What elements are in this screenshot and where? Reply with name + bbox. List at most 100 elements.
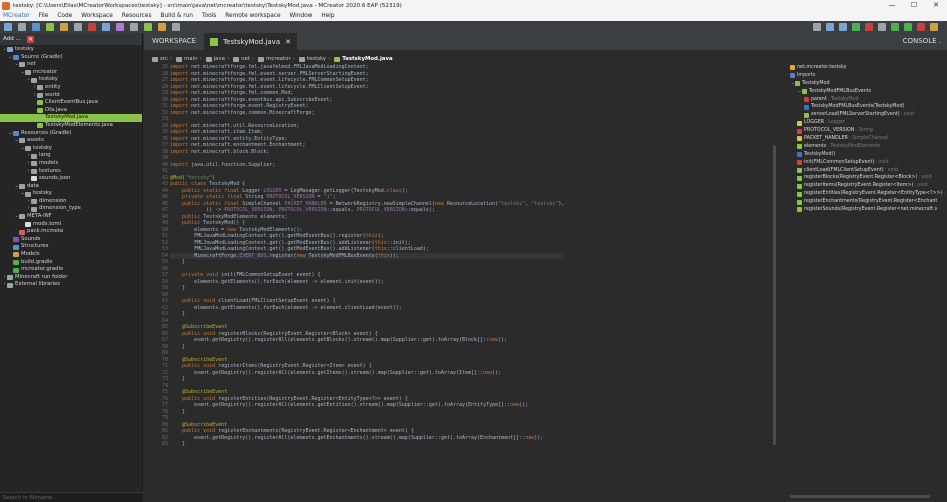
tree-item[interactable]: › lang [0,152,142,160]
stop-icon[interactable] [917,23,925,31]
filename-search-input[interactable]: Search in filename [0,492,143,502]
outline-item[interactable]: elements: TestskyModElements [790,143,947,151]
structure-icon[interactable] [130,23,138,31]
tree-item[interactable]: › models [0,160,142,168]
item-icon[interactable] [60,23,68,31]
tree-item[interactable]: › dimension [0,198,142,206]
download-icon[interactable] [826,23,834,31]
outline-scrollbar[interactable] [790,495,930,498]
tree-item[interactable]: ⌄ testsky [0,145,142,153]
tree-item[interactable]: build.gradle [0,259,142,267]
tools-icon[interactable] [158,23,166,31]
menu-code[interactable]: Code [57,13,72,19]
tree-item[interactable]: ⌄ testsky [0,76,142,84]
git-icon[interactable] [813,23,821,31]
tree-item[interactable]: ⌄ data [0,183,142,191]
outline-item[interactable]: registerItems(RegistryEvent.Register<Ite… [790,182,947,190]
export-icon[interactable] [172,23,180,31]
menu-workspace[interactable]: Workspace [81,13,113,19]
code-line[interactable]: } [170,441,564,448]
editor-scrollbar[interactable] [773,145,776,445]
tree-item[interactable]: ⌄ Source (Gradle) [0,54,142,62]
entity-icon[interactable] [74,23,82,31]
outline-item[interactable]: Imports [790,72,947,80]
recipe-icon[interactable] [144,23,152,31]
model-icon[interactable] [102,23,110,31]
breadcrumb-item[interactable]: testsky [307,56,326,62]
build-icon[interactable] [852,23,860,31]
outline-item[interactable]: TestskyModFMLBusEvents(TestskyMod) [790,103,947,111]
tree-item[interactable]: ⌄ assets [0,137,142,145]
outline-item[interactable]: parent: TestskyMod [790,96,947,104]
tab-console[interactable]: CONSOLE . [903,33,941,50]
image-editor-icon[interactable] [18,23,26,31]
menu-window[interactable]: Window [290,13,313,19]
outline-item[interactable]: init(FMLCommonSetupEvent): void [790,159,947,167]
outline-item[interactable]: PROTOCOL_VERSION: String [790,127,947,135]
menu-tools[interactable]: Tools [202,13,216,19]
upload-icon[interactable] [839,23,847,31]
tree-item[interactable]: Models [0,251,142,259]
menu-remote-workspace[interactable]: Remote workspace [225,13,280,19]
breadcrumb-item[interactable]: main [184,56,197,62]
tree-item[interactable]: ⌄ testsky [0,190,142,198]
tree-item[interactable]: Dfa.java [0,107,142,115]
code-line[interactable]: event.getRegistry().registerAll(elements… [170,337,564,344]
code-text[interactable]: import net.minecraftforge.fml.javafmlmod… [170,64,565,448]
sound-icon[interactable] [116,23,124,31]
breadcrumb-item[interactable]: java [214,56,225,62]
grid-icon[interactable] [32,23,40,31]
block-icon[interactable] [46,23,54,31]
tree-item[interactable]: mcreator.gradle [0,266,142,274]
workspace-icon[interactable] [4,23,12,31]
minimize-button[interactable]: — [881,0,903,11]
texture-icon[interactable] [88,23,96,31]
outline-item[interactable]: clientLoad(FMLClientSetupEvent): void [790,167,947,175]
breadcrumb-item[interactable]: TestskyMod.java [342,56,392,62]
run-client-icon[interactable] [891,23,899,31]
tree-item[interactable]: TestskyModElements.java [0,122,142,130]
tree-item[interactable]: › dimension_type [0,205,142,213]
code-line[interactable]: event.getRegistry().registerAll(elements… [170,435,564,442]
export-mod-icon[interactable] [930,23,938,31]
outline-item[interactable]: registerEnchantments(RegistryEvent.Regis… [790,198,947,206]
menu-help[interactable]: Help [321,13,334,19]
outline-item[interactable]: registerSounds(RegistryEvent.Register<ne… [790,206,947,214]
tab-workspace[interactable]: WORKSPACE [144,33,204,50]
menu-resources[interactable]: Resources [122,13,152,19]
breadcrumb-item[interactable]: src [160,56,168,62]
tree-item[interactable]: ⌄ META-INF [0,213,142,221]
menu-mcreator[interactable]: MCreator [3,13,30,19]
outline-item[interactable]: ⌄ TestskyModFMLBusEvents [790,88,947,96]
tree-item[interactable]: › Minecraft run folder [0,274,142,282]
add-button[interactable]: Add ... [3,36,21,42]
tree-item[interactable]: pack.mcmeta [0,228,142,236]
tree-item[interactable]: mods.toml [0,221,142,229]
tree-item[interactable]: TestskyMod.java [0,114,142,122]
tree-item[interactable]: Sounds [0,236,142,244]
tree-item[interactable]: › entity [0,84,142,92]
tree-item[interactable]: ClientEventBus.java [0,99,142,107]
tree-item[interactable]: › textures [0,168,142,176]
breadcrumb-item[interactable]: mcreator [266,56,291,62]
breadcrumb-item[interactable]: net [241,56,250,62]
outline-item[interactable]: registerBlocks(RegistryEvent.Register<Bl… [790,174,947,182]
outline-item[interactable]: TestskyMod() [790,151,947,159]
tree-item[interactable]: › world [0,92,142,100]
menu-build-run[interactable]: Build & run [160,13,193,19]
tree-item[interactable]: sounds.json [0,175,142,183]
outline-item[interactable]: ⌄ TestskyMod [790,80,947,88]
outline-item[interactable]: LOGGER: Logger [790,119,947,127]
tree-item[interactable]: ⌄ mcreator [0,69,142,77]
maximize-button[interactable]: ☐ [903,0,925,11]
code-editor[interactable]: 25 26 27 28 29 30 31 32 33 34 35 36 37 38 39 40 41 42 43 44… [150,64,775,502]
delete-button[interactable]: ✕ [26,35,34,43]
outline-item[interactable]: net.mcreator.testsky [790,64,947,72]
tree-item[interactable]: Structures [0,243,142,251]
code-line[interactable]: event.getRegistry().registerAll(elements… [170,402,564,409]
run-server-icon[interactable] [904,23,912,31]
outline-item[interactable]: serverLoad(FMLServerStartingEvent): void [790,111,947,119]
debug-icon[interactable] [865,23,873,31]
tab-testskymod-java[interactable]: TestskyMod.java ✕ [204,33,297,50]
close-window-button[interactable]: ✕ [925,0,947,11]
